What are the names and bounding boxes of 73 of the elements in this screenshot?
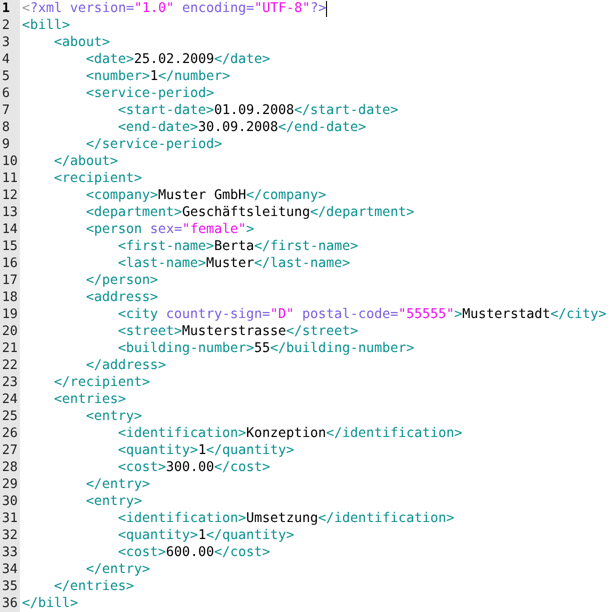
code-line: <entry>: [86, 493, 142, 510]
code-line: <person sex="female">: [86, 221, 254, 238]
line-number: 23: [0, 374, 20, 391]
code-line: <first-name>Berta</first-name>: [118, 238, 358, 255]
line-number: 6: [0, 85, 20, 102]
line-number: 4: [0, 51, 20, 68]
code-line: <identification>Umsetzung</identification>: [118, 510, 454, 527]
code-line: <number>1</number>: [86, 68, 230, 85]
code-line: <address>: [86, 289, 158, 306]
line-number: 22: [0, 357, 20, 374]
line-number: 34: [0, 561, 20, 578]
code-line: </entry>: [86, 561, 150, 578]
line-number: 17: [0, 272, 20, 289]
code-line: <quantity>1</quantity>: [118, 442, 294, 459]
text-cursor: [326, 0, 328, 16]
line-number: 11: [0, 170, 20, 187]
code-line: <cost>600.00</cost>: [118, 544, 270, 561]
line-number: 13: [0, 204, 20, 221]
code-line: <about>: [54, 34, 110, 51]
code-line: <start-date>01.09.2008</start-date>: [118, 102, 398, 119]
line-number: 19: [0, 306, 20, 323]
code-line: <last-name>Muster</last-name>: [118, 255, 350, 272]
line-number: 8: [0, 119, 20, 136]
code-line: </about>: [54, 153, 118, 170]
line-number: 18: [0, 289, 20, 306]
line-number: 32: [0, 527, 20, 544]
code-line: <department>Geschäftsleitung</department>: [86, 204, 414, 221]
code-line: </person>: [86, 272, 158, 289]
line-number: 2: [0, 17, 20, 34]
code-line: <quantity>1</quantity>: [118, 527, 294, 544]
line-number: 9: [0, 136, 20, 153]
code-line: <city country-sign="D" postal-code="55555">Musterstadt</city>: [118, 306, 606, 323]
code-line: </bill>: [22, 595, 78, 612]
line-number: 5: [0, 68, 20, 85]
code-line: <entry>: [86, 408, 142, 425]
line-number: 30: [0, 493, 20, 510]
line-number: 36: [0, 595, 20, 612]
line-number: 14: [0, 221, 20, 238]
line-number: 3: [0, 34, 20, 51]
line-number: 7: [0, 102, 20, 119]
line-number: 31: [0, 510, 20, 527]
code-line: </entry>: [86, 476, 150, 493]
code-line: <date>25.02.2009</date>: [86, 51, 270, 68]
line-number: 28: [0, 459, 20, 476]
code-line: <service-period>: [86, 85, 214, 102]
line-number: 15: [0, 238, 20, 255]
code-line: </recipient>: [54, 374, 150, 391]
code-line: <?xml version="1.0" encoding="UTF-8"?>: [22, 0, 326, 17]
line-number: 24: [0, 391, 20, 408]
line-number: 29: [0, 476, 20, 493]
line-number: 26: [0, 425, 20, 442]
line-number: 1: [0, 0, 20, 17]
code-line: </entries>: [54, 578, 134, 595]
code-line: <company>Muster GmbH</company>: [86, 187, 326, 204]
line-number: 35: [0, 578, 20, 595]
code-line: <building-number>55</building-number>: [118, 340, 414, 357]
line-number: 16: [0, 255, 20, 272]
code-line: <entries>: [54, 391, 126, 408]
line-number: 27: [0, 442, 20, 459]
code-line: <bill>: [22, 17, 70, 34]
line-number: 25: [0, 408, 20, 425]
code-line: <cost>300.00</cost>: [118, 459, 270, 476]
line-number: 33: [0, 544, 20, 561]
line-number: 10: [0, 153, 20, 170]
code-line: <identification>Konzeption</identification>: [118, 425, 462, 442]
line-number: 12: [0, 187, 20, 204]
code-line: <street>Musterstrasse</street>: [118, 323, 358, 340]
code-line: </address>: [86, 357, 166, 374]
code-line: <recipient>: [54, 170, 142, 187]
code-line: </service-period>: [86, 136, 222, 153]
line-number: 20: [0, 323, 20, 340]
code-line: <end-date>30.09.2008</end-date>: [118, 119, 366, 136]
line-number: 21: [0, 340, 20, 357]
